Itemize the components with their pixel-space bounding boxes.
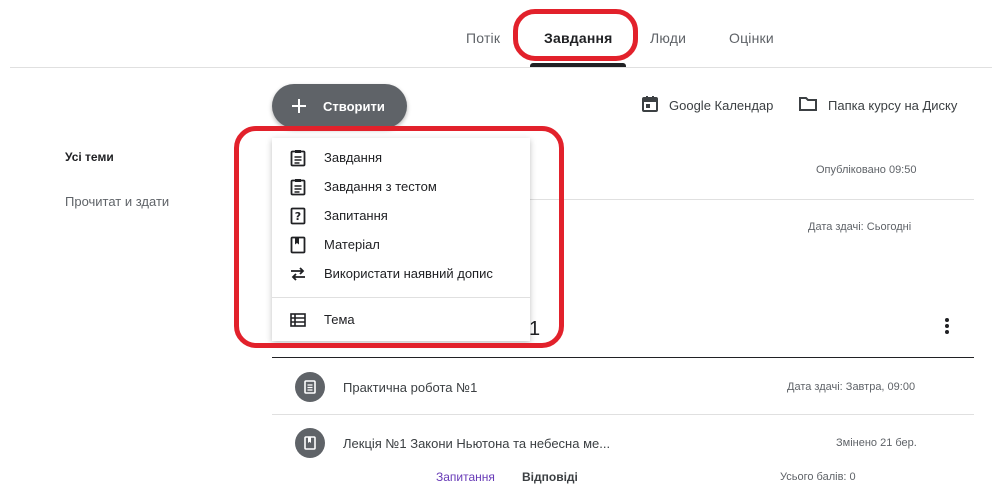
assignment-due-date: Дата здачі: Завтра, 09:00 (787, 381, 916, 393)
menu-item-label: Тема (324, 312, 355, 327)
sidebar-item-all-topics[interactable]: Усі теми (65, 150, 114, 164)
menu-item-quiz-assignment[interactable]: Завдання з тестом (272, 172, 530, 201)
topic-title-partial: 1 (529, 318, 541, 340)
published-time: Опубліковано 09:50 (816, 164, 917, 176)
tab-questions[interactable]: Запитання (436, 470, 495, 484)
row-divider (272, 414, 974, 415)
quiz-assignment-icon (289, 178, 307, 196)
menu-item-label: Завдання (324, 150, 383, 165)
svg-text:?: ? (295, 210, 301, 223)
tab-answers[interactable]: Відповіді (522, 470, 578, 484)
material-icon (289, 236, 307, 254)
menu-divider (272, 297, 530, 298)
menu-item-label: Використати наявний допис (324, 266, 493, 281)
folder-icon (798, 95, 828, 116)
plus-icon (290, 96, 310, 116)
tab-grades[interactable]: Оцінки (729, 30, 774, 46)
topic-icon (289, 311, 307, 329)
due-date-today: Дата здачі: Сьогодні (808, 221, 912, 233)
calendar-icon (641, 95, 669, 116)
create-menu: Завдання Завдання з тестом ? Запитання М… (272, 138, 530, 341)
tab-people[interactable]: Люди (650, 30, 686, 46)
assignment-icon (295, 372, 325, 402)
more-options-icon[interactable] (945, 318, 949, 336)
drive-folder-label: Папка курсу на Диску (828, 98, 958, 113)
assignment-icon (289, 149, 307, 167)
tab-stream[interactable]: Потік (466, 30, 500, 46)
google-calendar-label: Google Календар (669, 98, 774, 113)
tab-classwork[interactable]: Завдання (544, 30, 613, 46)
create-button-label: Створити (323, 98, 385, 114)
sidebar-item-topic[interactable]: Прочитат и здати (65, 194, 169, 209)
nav-divider (10, 67, 992, 68)
question-icon: ? (289, 207, 307, 225)
menu-item-reuse-post[interactable]: Використати наявний допис (272, 259, 530, 288)
topic-divider (272, 357, 974, 358)
assignment-title[interactable]: Практична робота №1 (343, 380, 477, 395)
material-title[interactable]: Лекція №1 Закони Ньютона та небесна ме..… (343, 436, 610, 451)
material-icon (295, 428, 325, 458)
menu-item-material[interactable]: Матеріал (272, 230, 530, 259)
menu-item-assignment[interactable]: Завдання (272, 143, 530, 172)
drive-folder-link[interactable]: Папка курсу на Диску (798, 95, 957, 116)
material-edited-date: Змінено 21 бер. (836, 437, 917, 449)
top-navigation: Потік Завдання Люди Оцінки (0, 0, 1000, 70)
row-divider (530, 199, 974, 200)
menu-item-topic[interactable]: Тема (272, 305, 530, 334)
google-calendar-link[interactable]: Google Календар (641, 95, 773, 116)
create-button[interactable]: Створити (272, 84, 407, 128)
total-points: Усього балів: 0 (780, 471, 856, 483)
reuse-post-icon (289, 265, 307, 283)
menu-item-label: Матеріал (324, 237, 380, 252)
menu-item-label: Запитання (324, 208, 388, 223)
menu-item-question[interactable]: ? Запитання (272, 201, 530, 230)
menu-item-label: Завдання з тестом (324, 179, 437, 194)
